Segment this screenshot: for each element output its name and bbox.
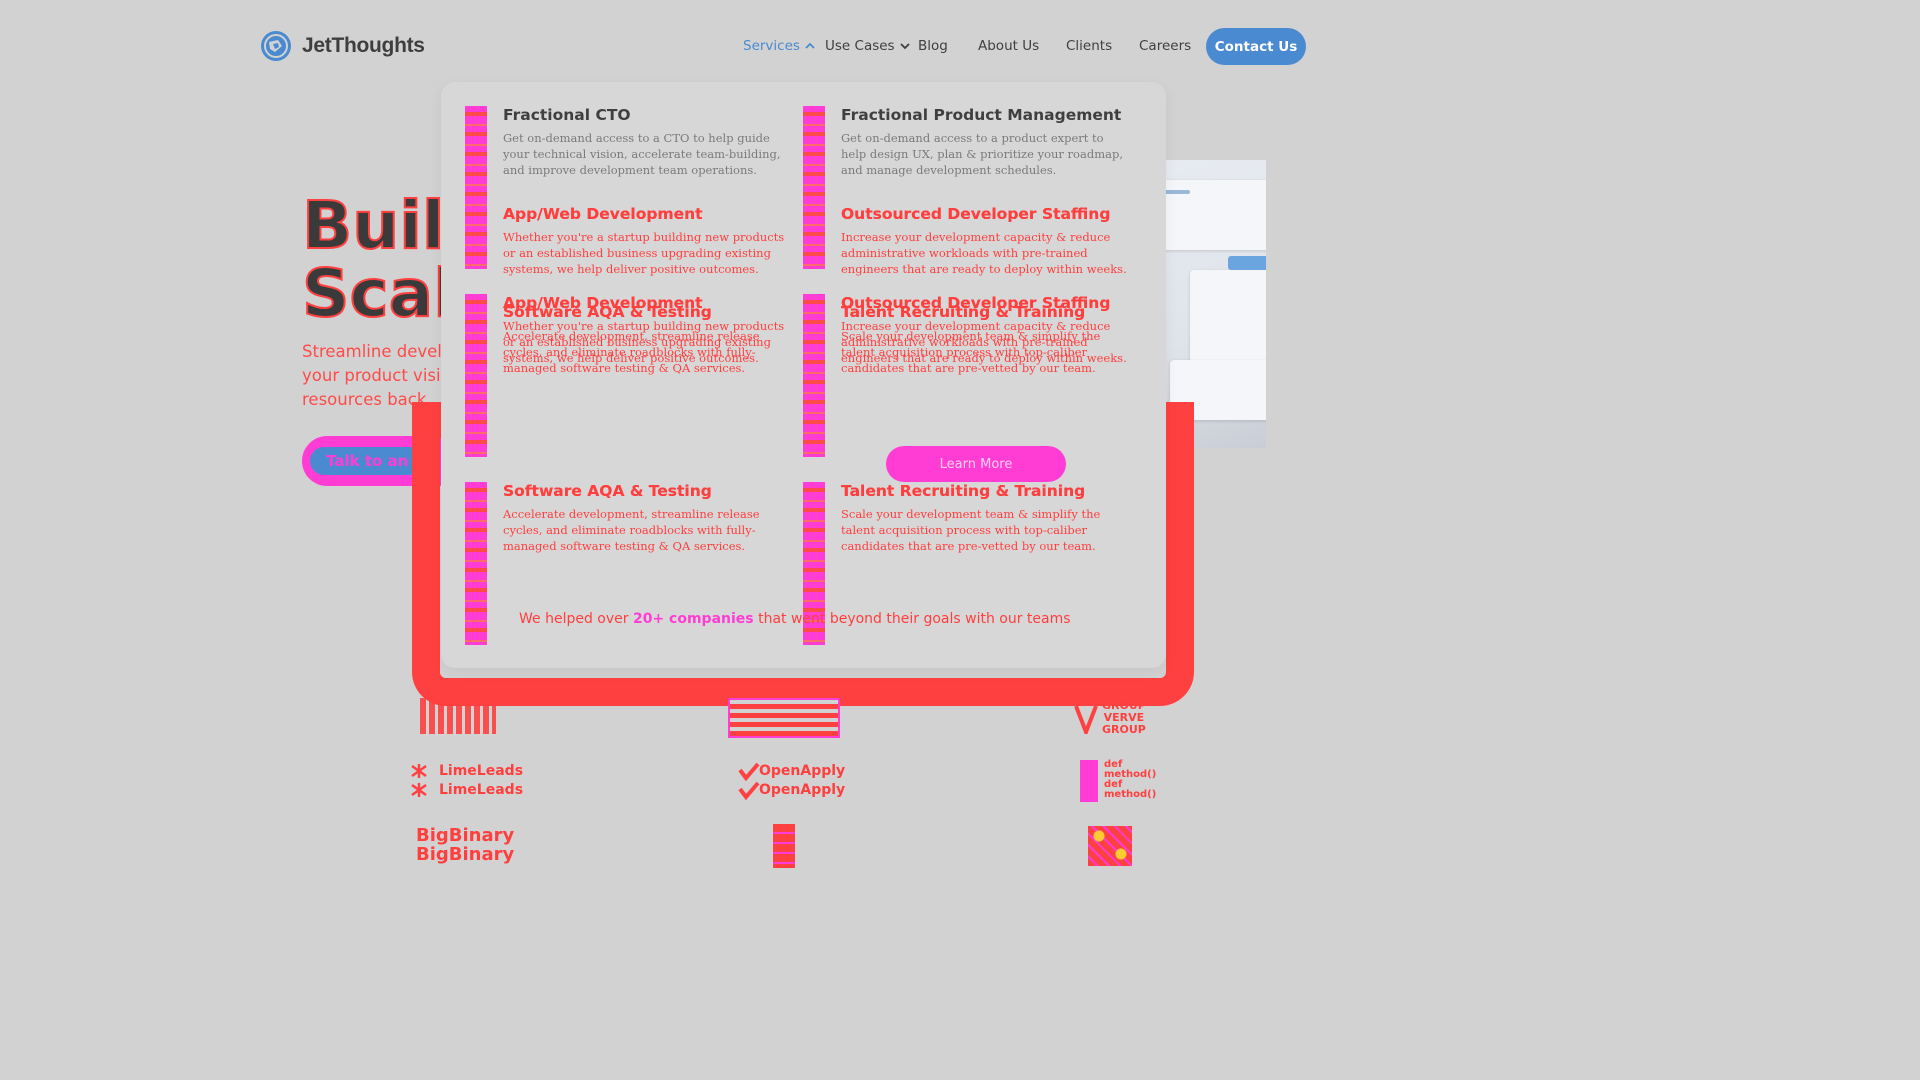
- service-accent-bar: [803, 106, 825, 269]
- helped-suffix: that went beyond their goals with our te…: [753, 611, 1071, 627]
- nav-about-label: About Us: [978, 38, 1040, 54]
- service-fractional-pm-title[interactable]: Fractional Product Management: [841, 106, 1121, 124]
- nav-careers-label: Careers: [1139, 38, 1192, 54]
- client-logo-2: [728, 698, 840, 738]
- hero-subtitle-line2: your product visio: [302, 366, 442, 385]
- hero-subtitle-line1: Streamline develo: [302, 342, 442, 361]
- limeleads-mark-icon: [411, 764, 427, 797]
- defmethod-mark-icon: [1080, 760, 1098, 802]
- client-logo-1: [420, 698, 496, 734]
- nav-blog[interactable]: Blog: [918, 38, 948, 54]
- helped-prefix: We helped over: [519, 611, 633, 627]
- service-fractional-cto-desc: Get on-demand access to a CTO to help gu…: [503, 131, 781, 177]
- service-aqa-title-ghost: Software AQA & Testing: [503, 303, 712, 321]
- helped-highlight: 20+ companies: [632, 611, 754, 627]
- client-logo-bigbinary: BigBinary BigBinary: [416, 826, 514, 864]
- contact-us-button[interactable]: Contact Us: [1206, 28, 1306, 65]
- nav-services-label: Services: [743, 38, 800, 54]
- client-logo-pattern: [1088, 826, 1132, 866]
- bigbinary-name-dup: BigBinary: [416, 844, 515, 865]
- bigbinary-name: BigBinary: [416, 825, 515, 846]
- service-aqa-desc: Accelerate development, streamline relea…: [503, 507, 760, 553]
- chevron-up-icon: [805, 42, 815, 49]
- client-logo-verve: GROUP VERVE GROUP: [1074, 700, 1146, 736]
- client-logo-bar: [773, 824, 795, 868]
- service-accent-bar: [465, 106, 487, 269]
- service-aqa-desc-ghost: Accelerate development, streamline relea…: [503, 329, 760, 375]
- nav-about-us[interactable]: About Us: [978, 38, 1039, 54]
- nav-use-cases-label: Use Cases: [825, 38, 895, 54]
- service-talent-desc-ghost: Scale your development team & simplify t…: [841, 329, 1101, 375]
- companies-helped-text: We helped over 20+ companies that went b…: [519, 611, 1071, 627]
- jetthoughts-logo-icon: [261, 31, 291, 61]
- nav-services[interactable]: Services: [743, 38, 816, 54]
- verve-mark-icon: [1074, 705, 1098, 734]
- service-outsourced-staffing-title[interactable]: Outsourced Developer Staffing: [841, 205, 1110, 223]
- nav-clients[interactable]: Clients: [1066, 38, 1112, 54]
- nav-blog-label: Blog: [918, 38, 948, 54]
- client-logo-limeleads: LimeLeads LimeLeads: [406, 762, 523, 800]
- brand-logo[interactable]: JetThoughts: [260, 30, 425, 62]
- hero-title-line2: Scal: [301, 255, 457, 332]
- service-talent-title-ghost: Talent Recruiting & Training: [841, 303, 1086, 321]
- hero-title: Buil Scal: [301, 187, 457, 332]
- service-app-web-desc: Whether you're a startup building new pr…: [503, 230, 785, 276]
- service-accent-bar: [803, 294, 825, 457]
- chevron-down-icon: [899, 43, 910, 50]
- service-accent-bar: [465, 482, 487, 645]
- service-fractional-pm-desc: Get on-demand access to a product expert…: [841, 131, 1123, 177]
- service-accent-bar: [465, 294, 487, 457]
- service-fractional-cto-title[interactable]: Fractional CTO: [503, 106, 631, 124]
- service-app-web-title[interactable]: App/Web Development: [503, 205, 703, 223]
- nav-clients-label: Clients: [1066, 38, 1113, 54]
- client-logo-openapply: OpenApply OpenApply: [738, 762, 845, 801]
- nav-careers[interactable]: Careers: [1139, 38, 1191, 54]
- brand-name: JetThoughts: [302, 34, 425, 57]
- hero-title-line1: Buil: [301, 187, 446, 264]
- service-aqa-title[interactable]: Software AQA & Testing: [503, 482, 712, 500]
- openapply-check-icon: [738, 762, 760, 801]
- service-talent-desc: Scale your development team & simplify t…: [841, 507, 1101, 553]
- nav-use-cases[interactable]: Use Cases: [825, 38, 911, 54]
- service-outsourced-staffing-desc: Increase your development capacity & red…: [841, 230, 1127, 276]
- service-talent-title[interactable]: Talent Recruiting & Training: [841, 482, 1085, 500]
- services-dropdown: Fractional CTO Get on-demand access to a…: [441, 82, 1166, 668]
- client-logo-defmethod: def method() def method(): [1080, 760, 1156, 802]
- learn-more-button[interactable]: Learn More: [886, 446, 1066, 482]
